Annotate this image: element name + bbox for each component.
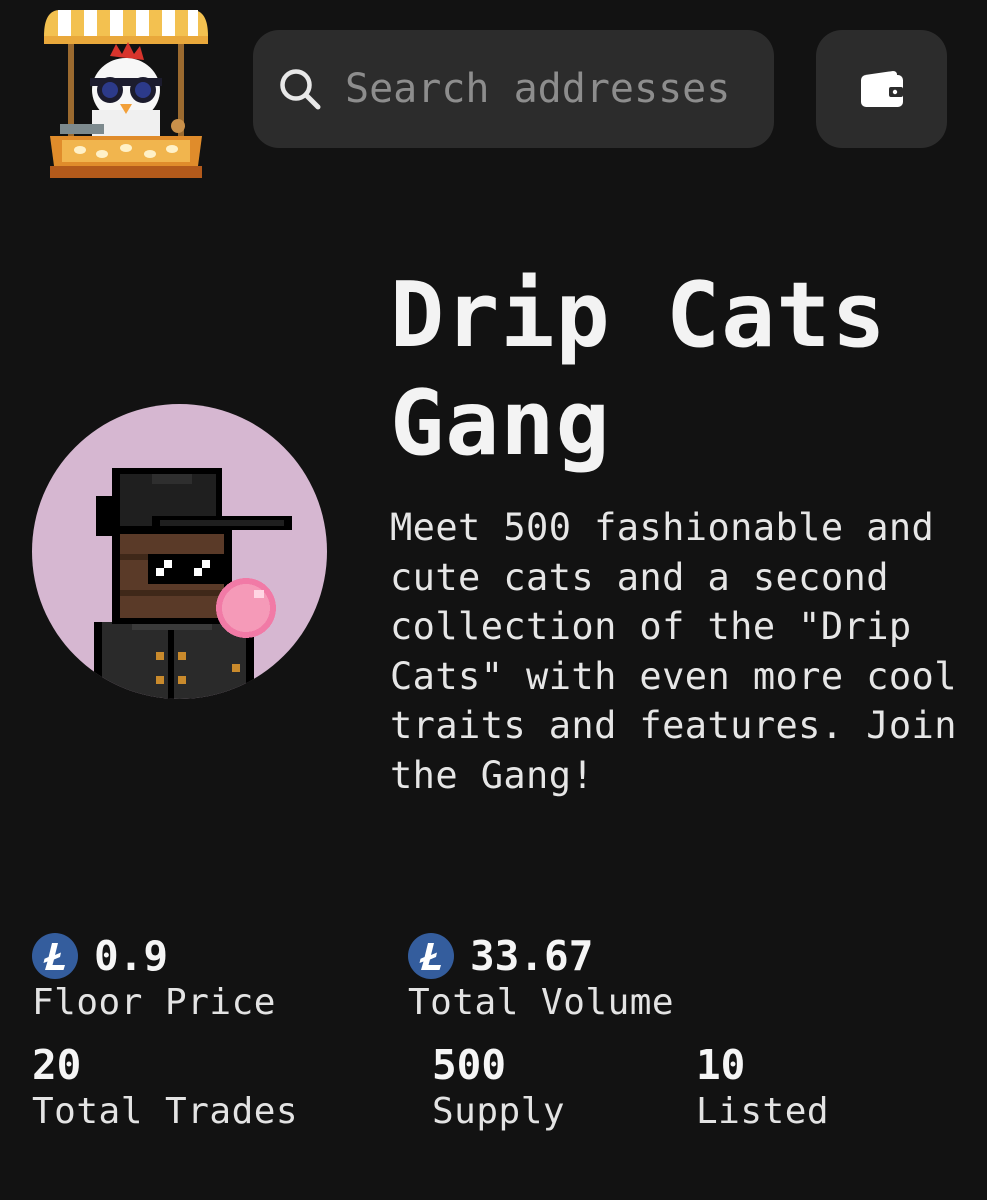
wallet-icon bbox=[860, 71, 903, 107]
collection-description: Meet 500 fashionable and cute cats and a… bbox=[390, 506, 957, 797]
search-icon bbox=[280, 69, 321, 110]
search-input[interactable] bbox=[345, 66, 765, 112]
floor-price-value: 0.9 bbox=[94, 932, 169, 980]
site-logo[interactable] bbox=[40, 6, 212, 182]
floor-price-label: Floor Price bbox=[32, 982, 276, 1023]
supply-label: Supply bbox=[432, 1091, 566, 1132]
stat-floor-price: 0.9 Floor Price bbox=[32, 931, 276, 1025]
supply-value: 500 bbox=[432, 1041, 507, 1089]
total-trades-value: 20 bbox=[32, 1041, 82, 1089]
listed-label: Listed bbox=[696, 1091, 830, 1132]
total-trades-label: Total Trades bbox=[32, 1091, 299, 1132]
litecoin-icon bbox=[408, 933, 454, 979]
listed-value: 10 bbox=[696, 1041, 746, 1089]
collection-title: Drip Cats Gang bbox=[390, 263, 887, 476]
total-volume-label: Total Volume bbox=[408, 982, 675, 1023]
stat-total-trades: 20 Total Trades bbox=[32, 1040, 298, 1134]
search-bar[interactable] bbox=[253, 30, 774, 148]
stat-listed: 10 Listed bbox=[696, 1040, 829, 1134]
wallet-button[interactable] bbox=[816, 30, 947, 148]
collection-page: Drip Cats Gang Meet 500 fashionable and … bbox=[0, 0, 987, 1200]
total-volume-value: 33.67 bbox=[470, 932, 594, 980]
collection-avatar bbox=[32, 404, 327, 699]
stat-total-volume: 33.67 Total Volume bbox=[408, 931, 674, 1025]
stat-supply: 500 Supply bbox=[432, 1040, 565, 1134]
litecoin-icon bbox=[32, 933, 78, 979]
